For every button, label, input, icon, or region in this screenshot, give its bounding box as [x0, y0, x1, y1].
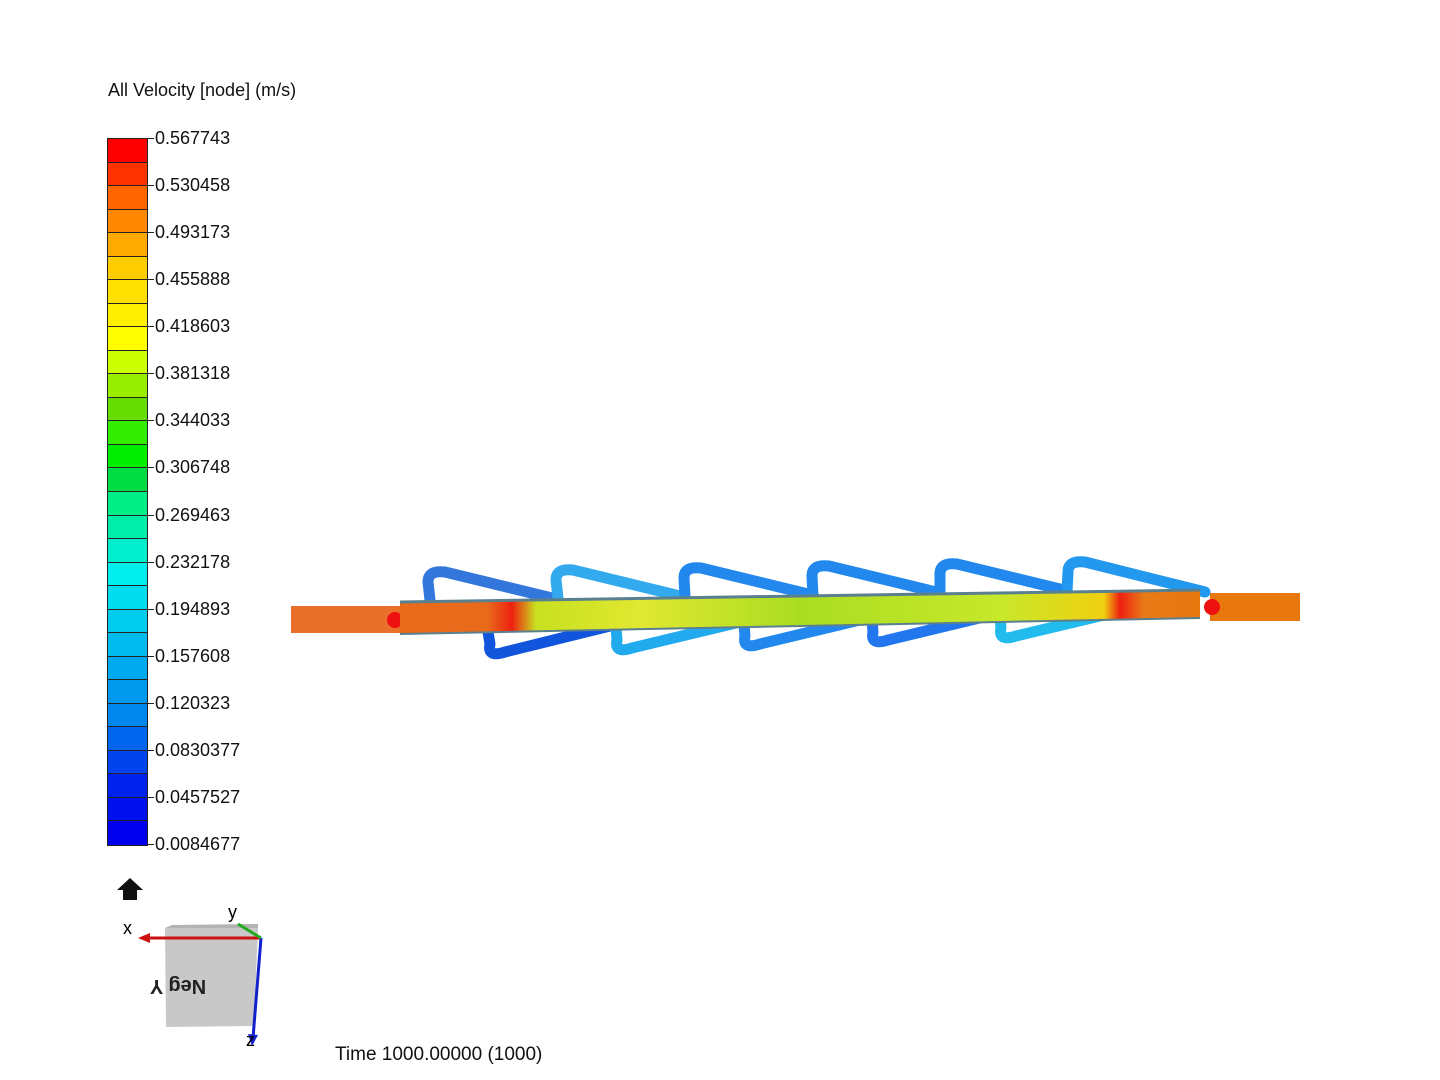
legend-tick-mark [148, 326, 154, 328]
legend-band [108, 374, 147, 398]
time-readout: Time 1000.00000 (1000) [335, 1044, 543, 1065]
legend-band [108, 633, 147, 657]
legend-band [108, 350, 147, 375]
legend-band [108, 703, 147, 728]
x-axis-label: x [123, 918, 132, 938]
outlet-pipe [1204, 593, 1300, 621]
legend-title: All Velocity [node] (m/s) [108, 80, 297, 100]
legend-tick-mark [148, 138, 154, 139]
legend-tick-label: 0.567743 [155, 128, 231, 148]
legend-band [108, 539, 147, 563]
legend-tick-label: 0.418603 [155, 316, 231, 337]
legend-tick-mark [148, 467, 154, 469]
legend-band [108, 609, 147, 634]
legend-tick-mark [148, 185, 154, 187]
legend-band [108, 162, 147, 187]
model-viewport[interactable] [280, 540, 1320, 680]
legend-tick-mark [148, 702, 154, 704]
legend-tick-mark [148, 655, 154, 657]
cube-face-label: Neg Y [149, 975, 206, 997]
legend-band [108, 586, 147, 610]
legend-band [108, 750, 147, 775]
legend-band [108, 303, 147, 328]
legend-band [108, 444, 147, 469]
legend-tick-mark [148, 561, 154, 563]
legend-tick-label: 0.194893 [155, 598, 231, 619]
z-axis-label: z [246, 1030, 255, 1050]
legend-tick-label: 0.493173 [155, 222, 231, 243]
legend-band [108, 256, 147, 281]
legend-band [108, 821, 147, 845]
legend-tick-label: 0.0830377 [155, 739, 241, 760]
legend-tick-mark [148, 279, 154, 281]
legend-tick-mark [148, 608, 154, 610]
legend-band [108, 280, 147, 304]
legend-tick-label: 0.455888 [155, 269, 231, 290]
legend-tick-mark [148, 749, 154, 751]
legend-band [108, 139, 147, 163]
legend-band [108, 727, 147, 751]
legend-tick-label: 0.269463 [155, 504, 231, 525]
legend-tick-mark [148, 232, 154, 234]
legend-band [108, 515, 147, 540]
legend-band [108, 656, 147, 681]
legend-tick-label: 0.0084677 [155, 834, 241, 854]
legend-tick-mark [148, 844, 154, 845]
legend-band [108, 327, 147, 351]
legend-band [108, 562, 147, 587]
legend-tick-mark [148, 796, 154, 798]
legend-band [108, 421, 147, 445]
legend-tick-label: 0.157608 [155, 645, 231, 666]
main-channel [399, 588, 1201, 635]
legend-tick-label: 0.381318 [155, 363, 231, 384]
legend-band [108, 680, 147, 704]
legend-band [108, 209, 147, 234]
home-icon[interactable] [116, 876, 144, 902]
legend-band [108, 233, 147, 257]
legend-tick-mark [148, 420, 154, 422]
legend-band [108, 492, 147, 516]
color-legend-bar [107, 138, 148, 846]
legend-tick-label: 0.306748 [155, 457, 231, 478]
legend-band [108, 468, 147, 492]
legend-band [108, 397, 147, 422]
legend-band [108, 774, 147, 798]
legend-tick-label: 0.0457527 [155, 786, 241, 807]
legend-tick-label: 0.120323 [155, 692, 231, 713]
y-axis-label: y [228, 902, 237, 922]
legend-tick-label: 0.232178 [155, 551, 231, 572]
legend-tick-mark [148, 373, 154, 375]
legend-tick-label: 0.344033 [155, 410, 231, 431]
legend-tick-mark [148, 514, 154, 516]
inlet-pipe [291, 606, 403, 633]
legend-band [108, 797, 147, 822]
legend-tick-label: 0.530458 [155, 175, 231, 196]
orientation-triad[interactable]: Neg Y x y z [118, 900, 288, 1050]
legend-band [108, 186, 147, 210]
